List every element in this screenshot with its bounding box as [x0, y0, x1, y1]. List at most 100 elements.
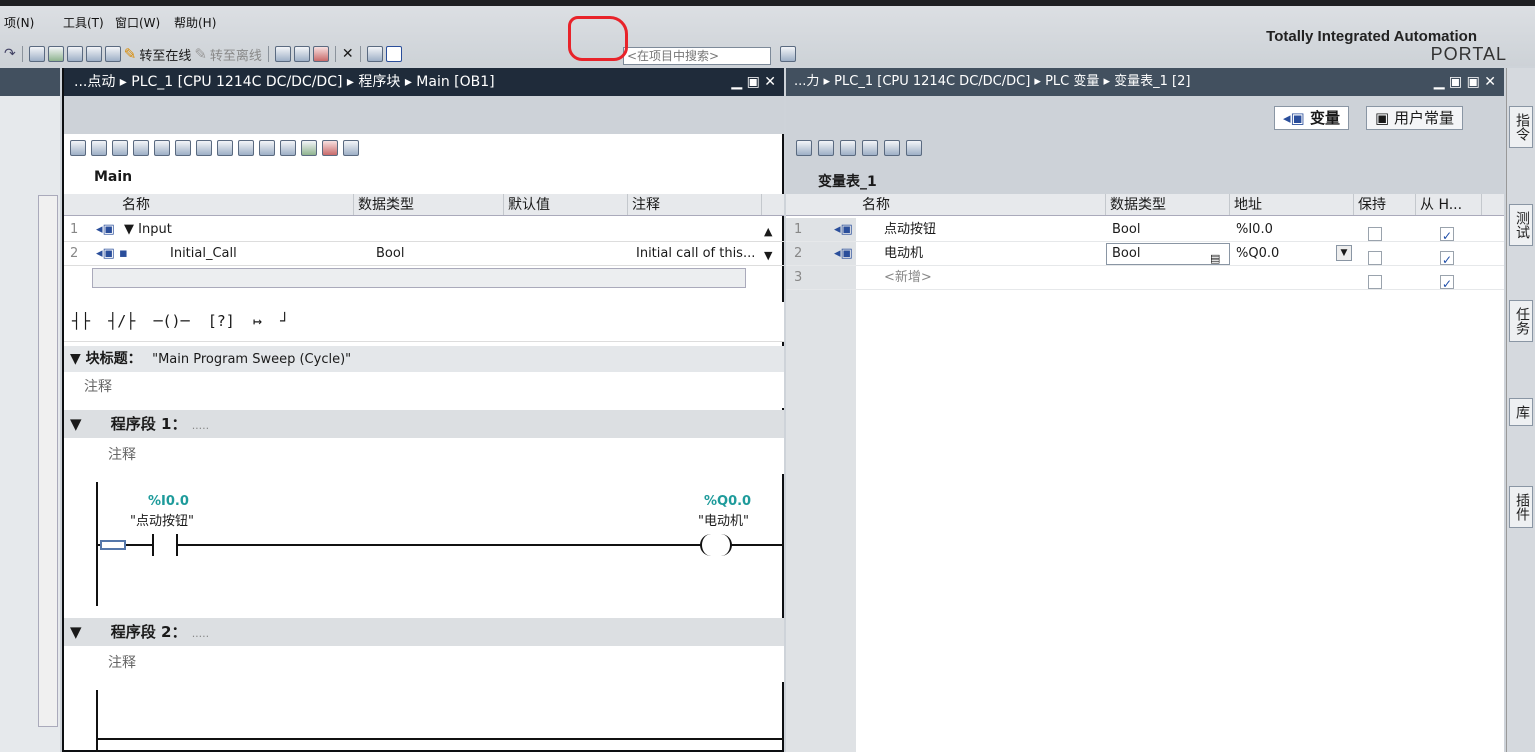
compile-icon[interactable]: [28, 46, 45, 62]
coil-address[interactable]: %Q0.0: [704, 494, 751, 509]
more-arrow-icon[interactable]: [343, 140, 359, 156]
cross-reference-icon[interactable]: ✕: [342, 46, 354, 62]
monitor-icon[interactable]: [274, 46, 291, 62]
add-new-tag[interactable]: <新增>: [884, 266, 932, 290]
tab-user-constants[interactable]: ▣ 用户常量: [1366, 106, 1463, 130]
tag-address[interactable]: %Q0.0: [1236, 242, 1279, 266]
table-row[interactable]: 3 <新增>: [786, 266, 1504, 296]
block-comment[interactable]: 注释: [64, 372, 784, 408]
tab-addins[interactable]: 插件: [1509, 486, 1533, 528]
add-row-icon[interactable]: [133, 140, 149, 156]
accessible-devices-icon[interactable]: [104, 46, 121, 62]
split-horizontal-icon[interactable]: [366, 46, 383, 62]
col-address[interactable]: 地址: [1230, 194, 1354, 215]
hmi-checkbox[interactable]: [1440, 248, 1454, 272]
comment-icon[interactable]: [238, 140, 254, 156]
absolute-operands-icon[interactable]: [175, 140, 191, 156]
hmi-checkbox[interactable]: [1440, 224, 1454, 248]
col-retain[interactable]: 保持: [1354, 194, 1416, 215]
empty-box-icon[interactable]: [?]: [208, 312, 235, 330]
block-title-text[interactable]: "Main Program Sweep (Cycle)": [146, 352, 351, 367]
scroll-up-icon[interactable]: ▲: [764, 220, 772, 244]
param-comment[interactable]: Initial call of this...: [636, 242, 755, 266]
collapse-icon[interactable]: ▼: [64, 623, 82, 641]
add-row-icon[interactable]: [796, 140, 812, 156]
expand-networks-icon[interactable]: [196, 140, 212, 156]
tab-testing[interactable]: 测试: [1509, 204, 1533, 246]
breakpoint-icon[interactable]: [322, 140, 338, 156]
tag-address[interactable]: %I0.0: [1236, 218, 1273, 242]
search-go-icon[interactable]: [780, 46, 796, 62]
download-icon[interactable]: [47, 46, 64, 62]
param-name[interactable]: ▼ Input: [124, 218, 172, 242]
collapse-icon[interactable]: ▼: [64, 415, 82, 433]
go-offline-button[interactable]: 转至离线: [210, 45, 262, 64]
col-default[interactable]: 默认值: [504, 194, 628, 215]
insert-row-icon[interactable]: [112, 140, 128, 156]
param-name[interactable]: Initial_Call: [170, 242, 237, 266]
tag-datatype[interactable]: Bool: [1112, 218, 1140, 242]
tag-name[interactable]: 电动机: [884, 242, 923, 266]
retain-checkbox[interactable]: [1368, 250, 1382, 265]
retain-checkbox[interactable]: [1368, 274, 1382, 289]
favorites-icon[interactable]: [259, 140, 275, 156]
tag-name[interactable]: 点动按钮: [884, 218, 936, 242]
scroll-down-icon[interactable]: ▼: [764, 244, 772, 268]
interface-row[interactable]: 2 ◂▣ ▪ Initial_Call Bool Initial call of…: [64, 242, 784, 266]
stop-cpu-icon[interactable]: [312, 46, 329, 62]
col-name[interactable]: 名称: [118, 194, 354, 215]
network-2-header[interactable]: ▼ 程序段 2： .....: [64, 618, 784, 646]
contact-address[interactable]: %I0.0: [148, 494, 189, 509]
upload-icon[interactable]: [66, 46, 83, 62]
simulation-icon[interactable]: [85, 46, 102, 62]
coil-icon[interactable]: ─()─: [153, 312, 189, 330]
insert-row-icon[interactable]: [818, 140, 834, 156]
import-icon[interactable]: [862, 140, 878, 156]
open-branch-icon[interactable]: ↦: [253, 312, 262, 330]
monitoring-icon[interactable]: [301, 140, 317, 156]
coil-name[interactable]: "电动机": [698, 510, 749, 529]
monitor-all-icon[interactable]: [884, 140, 900, 156]
menu-item-tools[interactable]: 工具(T): [63, 14, 104, 31]
start-cpu-icon[interactable]: [293, 46, 310, 62]
col-datatype[interactable]: 数据类型: [1106, 194, 1230, 215]
table-row[interactable]: 1 ◂▣ 点动按钮 Bool %I0.0: [786, 218, 1504, 248]
project-search-input[interactable]: <在项目中搜索>: [623, 47, 771, 65]
tab-tags[interactable]: ◂▣ 变量: [1274, 106, 1349, 130]
interface-icon[interactable]: [154, 140, 170, 156]
interface-row[interactable]: 1 ◂▣ ▼ Input ▲: [64, 218, 784, 242]
menu-item-window[interactable]: 窗口(W): [115, 14, 160, 31]
project-tree-scrollbar[interactable]: [38, 195, 58, 727]
network-2-comment[interactable]: 注释: [64, 646, 784, 682]
param-datatype[interactable]: Bool: [376, 242, 404, 266]
redo-icon[interactable]: ↷: [4, 46, 16, 62]
collapse-networks-icon[interactable]: [217, 140, 233, 156]
delete-network-icon[interactable]: [91, 140, 107, 156]
no-contact-icon[interactable]: ┤├: [72, 312, 90, 330]
col-name[interactable]: 名称: [856, 194, 1106, 215]
go-online-icon[interactable]: ✎: [124, 45, 137, 63]
col-from-hmi[interactable]: 从 H...: [1416, 194, 1482, 215]
coil-symbol[interactable]: [700, 534, 732, 556]
contact-name[interactable]: "点动按钮": [130, 510, 194, 529]
contact-symbol[interactable]: [152, 534, 178, 556]
tag-window-buttons[interactable]: ▁ ▣ ▣ ✕: [1434, 68, 1496, 96]
editor-window-buttons[interactable]: ▁ ▣ ✕: [731, 68, 776, 96]
insert-network-icon[interactable]: [70, 140, 86, 156]
retain-icon[interactable]: [906, 140, 922, 156]
tab-tasks[interactable]: 任务: [1509, 300, 1533, 342]
menu-item-help[interactable]: 帮助(H): [174, 14, 216, 31]
tab-instructions[interactable]: 指令: [1509, 106, 1533, 148]
retain-checkbox[interactable]: [1368, 226, 1382, 241]
hmi-checkbox[interactable]: [1440, 272, 1454, 296]
address-dropdown-icon[interactable]: ▼: [1336, 245, 1352, 261]
col-comment[interactable]: 注释: [628, 194, 762, 215]
network-1-comment[interactable]: 注释: [64, 438, 784, 474]
network-overview-icon[interactable]: [280, 140, 296, 156]
split-vertical-icon[interactable]: [385, 46, 402, 62]
go-online-button[interactable]: 转至在线: [139, 45, 191, 64]
nc-contact-icon[interactable]: ┤/├: [108, 312, 135, 330]
interface-hscroll[interactable]: [92, 268, 746, 288]
close-branch-icon[interactable]: ┘: [280, 312, 289, 330]
rung-selector[interactable]: [100, 540, 126, 550]
